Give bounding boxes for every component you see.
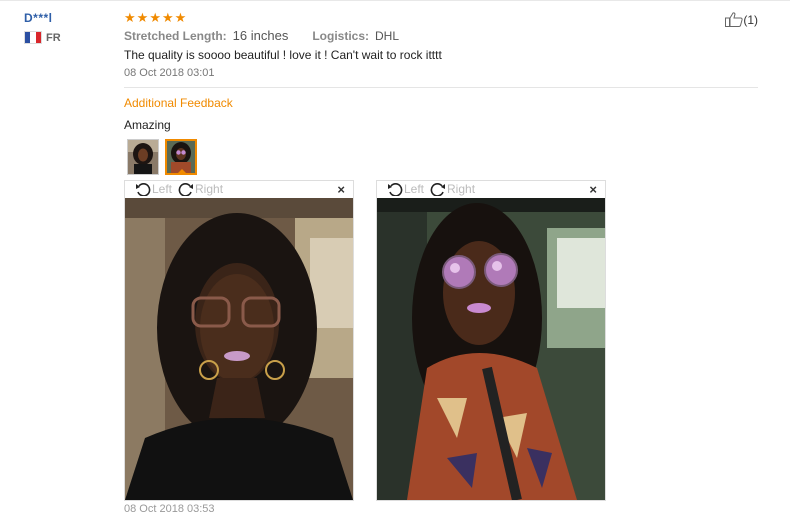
country-code: FR [46,31,61,44]
rotate-right-label: Right [195,182,224,196]
star-icon: ★ [124,10,136,25]
star-icon: ★ [149,10,161,25]
additional-feedback-text: Amazing [124,118,171,132]
rotate-right-label: Right [447,182,476,196]
photo-viewer: Left Right × [376,180,606,501]
rotate-left-label: Left [152,182,173,196]
helpful-button[interactable]: (1) [725,12,758,27]
review-body: ★ ★ ★ ★ ★ Stretched Length: 16 inches Lo… [124,11,758,79]
flag-fr-icon [24,31,42,44]
close-icon[interactable]: × [589,182,597,197]
star-icon: ★ [174,10,187,25]
rotate-right-button[interactable]: Right [430,182,475,196]
additional-feedback-title: Additional Feedback [124,96,233,110]
star-icon: ★ [161,10,174,25]
reviewer-country: FR [24,31,61,44]
review-photo [377,198,605,500]
review-text: The quality is soooo beautiful ! love it… [124,48,442,62]
close-icon[interactable]: × [337,182,345,197]
rotate-right-icon [430,183,446,196]
photo-thumbnail[interactable] [127,139,159,175]
thumbs-up-icon [725,12,743,27]
product-attributes: Stretched Length: 16 inches Logistics: D… [124,28,758,43]
like-count: (1) [743,12,758,27]
feedback-divider [124,87,758,88]
rotate-right-icon [178,183,194,196]
viewer-toolbar: Left Right × [377,181,605,197]
rotate-left-button[interactable]: Left [387,182,424,196]
review-date: 08 Oct 2018 03:01 [124,67,215,79]
star-icon: ★ [136,10,149,25]
additional-feedback-date: 08 Oct 2018 03:53 [124,503,215,515]
rotate-left-icon [136,183,151,196]
photo-thumbnail-selected[interactable] [165,139,197,175]
viewer-toolbar: Left Right × [125,181,353,197]
review-photo [125,198,353,500]
reviewer-info: D***l FR [24,11,61,44]
rotate-left-button[interactable]: Left [135,182,172,196]
stretched-length-value: 16 inches [232,28,289,43]
rotate-left-icon [388,183,403,196]
stretched-length-label: Stretched Length: [124,29,227,43]
rotate-left-label: Left [404,182,425,196]
photo-viewer: Left Right × [124,180,354,501]
reviewer-name[interactable]: D***l [24,11,61,25]
top-divider [0,0,790,1]
logistics-label: Logistics: [312,29,369,43]
star-rating: ★ ★ ★ ★ ★ [124,11,758,24]
photo-thumbnails [127,139,197,175]
rotate-right-button[interactable]: Right [178,182,223,196]
logistics-value: DHL [375,29,400,43]
